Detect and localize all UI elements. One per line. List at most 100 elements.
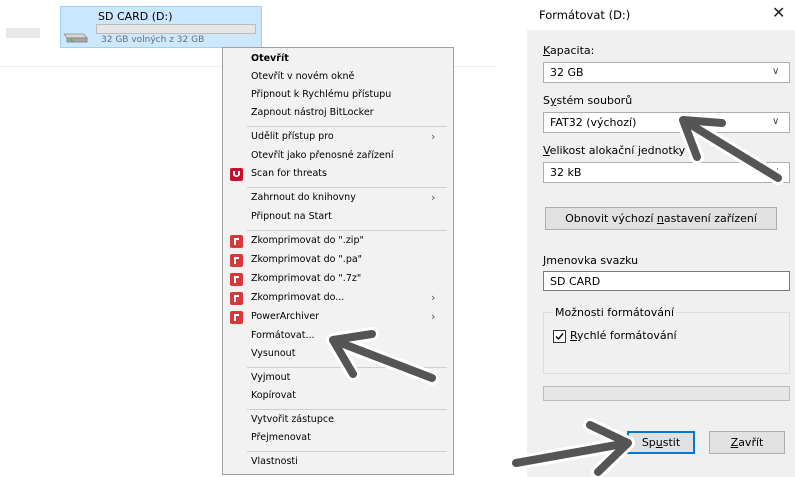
powerarchiver-icon — [230, 273, 243, 286]
format-options-group — [543, 312, 790, 374]
menu-item-compress-7z[interactable]: Zkomprimovat do ".7z" — [223, 270, 453, 289]
dialog-title: Formátovat (D:) — [539, 8, 631, 22]
powerarchiver-icon — [230, 254, 243, 267]
access-key: R — [570, 329, 578, 342]
menu-item-bitlocker[interactable]: Zapnout nástroj BitLocker — [223, 104, 453, 123]
allocation-value: 32 kB — [550, 166, 582, 179]
menu-item-label: Udělit přístup pro — [251, 131, 334, 142]
checkmark-icon — [555, 333, 564, 341]
menu-separator — [247, 187, 447, 188]
capacity-label: Kapacita: — [543, 44, 594, 57]
menu-item-include-library[interactable]: Zahrnout do knihovny › — [223, 189, 453, 208]
menu-item-eject[interactable]: Vysunout — [223, 345, 453, 364]
menu-item-label: Zapnout nástroj BitLocker — [251, 107, 374, 118]
menu-item-open[interactable]: Otevřít — [223, 50, 453, 69]
menu-item-compress-zip[interactable]: Zkomprimovat do ".zip" — [223, 232, 453, 251]
access-key: u — [655, 436, 663, 449]
filesystem-select[interactable]: FAT32 (výchozí) ∨ — [543, 112, 790, 133]
menu-item-label: Vyjmout — [251, 372, 291, 383]
volume-label-label: Jmenovka svazku — [543, 254, 638, 267]
menu-item-pin-quick-access[interactable]: Připnout k Rychlému přístupu — [223, 86, 453, 105]
start-button[interactable]: Spustit — [627, 431, 695, 454]
chevron-right-icon: › — [431, 291, 436, 304]
menu-item-rename[interactable]: Přejmenovat — [223, 429, 453, 448]
volume-label-input[interactable]: SD CARD — [543, 271, 790, 291]
menu-separator — [247, 451, 447, 452]
restore-defaults-button[interactable]: Obnovit výchozí nastavení zařízení — [545, 207, 777, 230]
close-button[interactable]: Zavřít — [709, 431, 785, 454]
format-dialog: Formátovat (D:) ✕ Kapacita: 32 GB ∨ Syst… — [527, 0, 795, 477]
menu-item-compress-to[interactable]: Zkomprimovat do... › — [223, 289, 453, 308]
access-key: K — [543, 44, 551, 57]
button-text: astavení zařízení — [663, 212, 757, 225]
powerarchiver-icon — [230, 235, 243, 248]
menu-item-label: Zkomprimovat do ".7z" — [251, 273, 362, 284]
filesystem-label: Systém souborů — [543, 94, 632, 107]
usb-drive-icon — [63, 33, 88, 43]
menu-item-label: Přejmenovat — [251, 432, 311, 443]
powerarchiver-icon — [230, 311, 243, 324]
menu-item-open-new-window[interactable]: Otevřít v novém okně — [223, 68, 453, 87]
drive-usage-bar — [96, 24, 256, 34]
menu-item-label: Připnout k Rychlému přístupu — [251, 89, 392, 100]
menu-item-label: PowerArchiver — [251, 311, 320, 322]
access-key: n — [656, 212, 664, 225]
menu-item-powerarchiver[interactable]: PowerArchiver › — [223, 308, 453, 327]
menu-item-label: Vysunout — [251, 348, 296, 359]
menu-item-label: Připnout na Start — [251, 211, 332, 222]
drive-free-space: 32 GB volných z 32 GB — [101, 35, 205, 45]
allocation-select[interactable]: 32 kB ∨ — [543, 162, 790, 183]
label-text: menovka svazku — [546, 254, 639, 267]
chevron-right-icon: › — [431, 310, 436, 323]
mcafee-shield-icon — [230, 168, 243, 181]
menu-separator — [247, 230, 447, 231]
label-text: ychlé formátování — [577, 329, 677, 342]
menu-separator — [247, 126, 447, 127]
button-text: avřít — [738, 436, 764, 449]
menu-separator — [247, 367, 447, 368]
menu-item-open-portable[interactable]: Otevřít jako přenosné zařízení — [223, 147, 453, 166]
filesystem-value: FAT32 (výchozí) — [550, 116, 637, 129]
capacity-select[interactable]: 32 GB ∨ — [543, 62, 790, 83]
chevron-down-icon: ∨ — [772, 116, 780, 127]
menu-item-format[interactable]: Formátovat... — [223, 327, 453, 346]
powerarchiver-icon — [230, 292, 243, 305]
quick-format-label: Rychlé formátování — [570, 329, 677, 342]
menu-item-label: Vytvořit zástupce — [251, 414, 334, 425]
menu-item-compress-pa[interactable]: Zkomprimovat do ".pa" — [223, 251, 453, 270]
menu-item-scan-threats[interactable]: Scan for threats — [223, 165, 453, 184]
menu-item-copy[interactable]: Kopírovat — [223, 387, 453, 406]
drive-name: SD CARD (D:) — [98, 10, 173, 23]
access-key: V — [543, 144, 550, 157]
menu-item-create-shortcut[interactable]: Vytvořit zástupce — [223, 411, 453, 430]
menu-item-pin-start[interactable]: Připnout na Start — [223, 208, 453, 227]
menu-item-label: Otevřít jako přenosné zařízení — [251, 150, 394, 161]
chevron-right-icon: › — [431, 130, 436, 143]
menu-item-label: Zahrnout do knihovny — [251, 192, 356, 203]
menu-separator — [247, 409, 447, 410]
context-menu: Otevřít Otevřít v novém okně Připnout k … — [222, 47, 454, 475]
volume-label-value: SD CARD — [550, 275, 601, 288]
dialog-titlebar: Formátovat (D:) ✕ — [527, 0, 795, 30]
label-text: S — [543, 94, 550, 107]
menu-item-label: Vlastnosti — [251, 456, 298, 467]
menu-item-label: Scan for threats — [251, 168, 327, 179]
chevron-down-icon: ∨ — [772, 166, 780, 177]
menu-item-label: Zkomprimovat do... — [251, 292, 345, 303]
menu-item-cut[interactable]: Vyjmout — [223, 369, 453, 388]
capacity-value: 32 GB — [550, 66, 584, 79]
quick-format-checkbox[interactable] — [553, 330, 566, 343]
navigation-strip — [6, 28, 40, 38]
close-icon[interactable]: ✕ — [772, 3, 785, 22]
chevron-down-icon: ∨ — [772, 66, 780, 77]
menu-item-give-access[interactable]: Udělit přístup pro › — [223, 128, 453, 147]
menu-item-label: Zkomprimovat do ".zip" — [251, 235, 364, 246]
menu-item-label: Zkomprimovat do ".pa" — [251, 254, 363, 265]
menu-item-properties[interactable]: Vlastnosti — [223, 453, 453, 472]
menu-item-label: Formátovat... — [251, 330, 315, 341]
format-options-title: Možnosti formátování — [553, 306, 677, 319]
button-text: Obnovit výchozí — [565, 212, 657, 225]
menu-item-label: Otevřít v novém okně — [251, 71, 355, 82]
label-text: stém souborů — [556, 94, 633, 107]
allocation-label: Velikost alokační jednotky — [543, 144, 685, 157]
